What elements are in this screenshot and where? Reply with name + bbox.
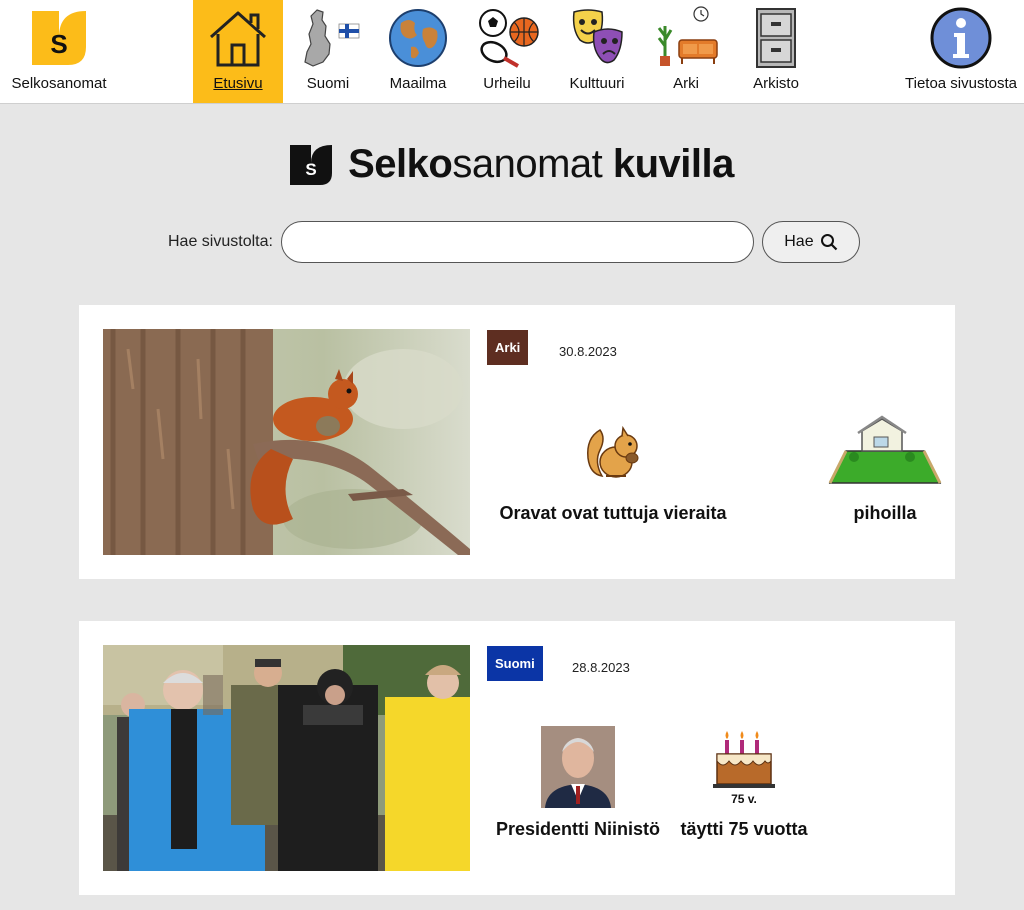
- nav-label-suomi: Suomi: [306, 75, 350, 92]
- category-tag-arki[interactable]: Arki: [487, 330, 529, 365]
- symbol-word: Oravat ovat tuttuja vieraita: [495, 405, 731, 524]
- nav-item-tietoa[interactable]: Tietoa sivustosta: [898, 0, 1024, 103]
- squirrel-photo[interactable]: [103, 329, 470, 555]
- masthead: S Selkosanomat kuvilla: [0, 142, 1024, 187]
- search-button-label: Hae: [784, 233, 814, 250]
- nav-item-arki[interactable]: Arki: [648, 0, 724, 103]
- symbol-word-text: Presidentti Niinistö: [495, 819, 661, 839]
- nav-item-arkisto[interactable]: Arkisto: [738, 0, 814, 103]
- top-navigation: S Selkosanomat Etusivu Suomi Maailma Urh…: [0, 0, 1024, 104]
- masthead-logo-letter: S: [305, 160, 316, 179]
- symbol-word: Presidentti Niinistö: [495, 721, 661, 840]
- category-tag-suomi[interactable]: Suomi: [487, 646, 543, 681]
- nav-item-urheilu[interactable]: Urheilu: [468, 0, 546, 103]
- nav-label-etusivu: Etusivu: [213, 75, 263, 92]
- nav-item-etusivu[interactable]: Etusivu: [193, 0, 283, 103]
- nav-label-tietoa: Tietoa sivustosta: [905, 75, 1017, 92]
- selkosanomat-logo-icon: S: [0, 0, 118, 74]
- nav-home-brand[interactable]: S Selkosanomat: [0, 0, 118, 103]
- nav-label-urheilu: Urheilu: [483, 75, 531, 92]
- article-date: 28.8.2023: [572, 660, 630, 675]
- squirrel-symbol-icon: [582, 405, 644, 497]
- masthead-part-sanomat: sanomat: [452, 142, 603, 186]
- house-icon: [193, 0, 283, 74]
- search-input[interactable]: [280, 221, 754, 263]
- nav-label-arkisto: Arkisto: [753, 75, 799, 92]
- logo-letter: S: [50, 29, 67, 59]
- nav-item-maailma[interactable]: Maailma: [380, 0, 456, 103]
- crowd-walk-photo[interactable]: [103, 645, 470, 871]
- president-portrait: [541, 721, 615, 813]
- nav-item-suomi[interactable]: Suomi: [290, 0, 366, 103]
- birthday-cake-icon: 75 v.: [713, 721, 775, 813]
- masthead-title: Selkosanomat kuvilla: [348, 142, 734, 187]
- info-icon: [898, 0, 1024, 74]
- cake-label: 75 v.: [731, 792, 757, 806]
- search-button[interactable]: Hae: [761, 221, 860, 263]
- nav-item-kulttuuri[interactable]: Kulttuuri: [558, 0, 636, 103]
- masthead-part-selko: Selko: [348, 142, 453, 186]
- article-card[interactable]: Suomi 28.8.2023 Presidentti Niinistö 75 …: [79, 621, 955, 895]
- masthead-logo-icon: S: [290, 144, 333, 185]
- nav-label-maailma: Maailma: [389, 75, 447, 92]
- finland-map-icon: [290, 0, 366, 74]
- theatre-masks-icon: [558, 0, 636, 74]
- symbol-word: 75 v. täytti 75 vuotta: [675, 721, 813, 840]
- symbol-word-text: täytti 75 vuotta: [680, 819, 808, 839]
- search-label: Hae sivustolta:: [168, 233, 273, 250]
- article-card[interactable]: Arki 30.8.2023 Oravat ovat tuttuja viera…: [79, 305, 955, 579]
- nav-label-kulttuuri: Kulttuuri: [569, 75, 625, 92]
- symbol-word-text: pihoilla: [853, 503, 917, 523]
- home-furniture-icon: [648, 0, 724, 74]
- symbol-word-text: Oravat ovat tuttuja vieraita: [499, 503, 727, 523]
- search-bar: Hae sivustolta: Hae: [168, 221, 860, 263]
- file-cabinet-icon: [738, 0, 814, 74]
- globe-icon: [380, 0, 456, 74]
- nav-brand-label: Selkosanomat: [11, 75, 107, 92]
- sports-balls-icon: [468, 0, 546, 74]
- symbol-word: pihoilla: [825, 405, 945, 524]
- search-icon: [820, 234, 837, 251]
- article-date: 30.8.2023: [559, 344, 617, 359]
- masthead-part-kuvilla: kuvilla: [602, 142, 735, 186]
- nav-label-arki: Arki: [673, 75, 699, 92]
- yard-symbol-icon: [826, 405, 944, 497]
